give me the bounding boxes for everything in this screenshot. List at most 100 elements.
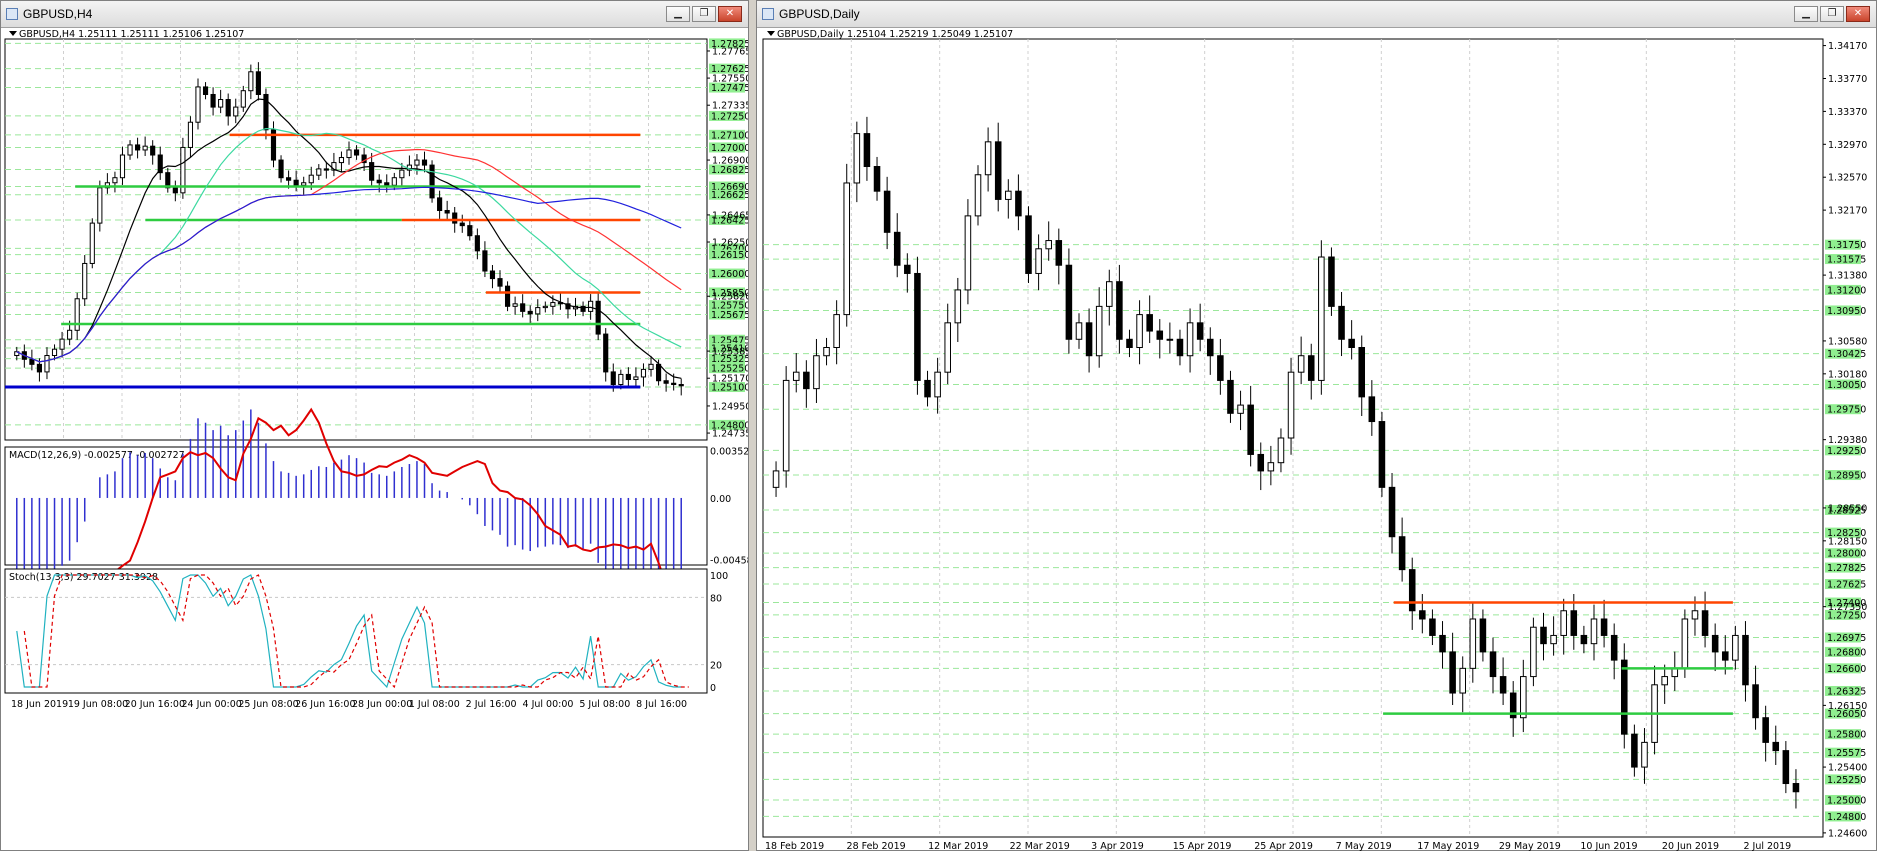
candle-body [429,164,435,199]
candle-body [67,329,73,340]
candle-body [112,177,118,184]
candle-body [853,133,861,184]
level-label: 1.27250 [711,111,748,122]
daily-chart-canvas[interactable]: 1.31750 1.31575 1.31200 1.30950 1.30425 1.300… [757,27,1876,851]
candle-body [1095,305,1103,357]
candle-body [1530,626,1537,678]
candle-body [648,363,654,370]
candle-body [248,71,254,92]
candle-body [1156,330,1164,340]
h4-chart-window[interactable]: GBPUSD,H4 ▁ ❐ ✕ 1.27825 1.27625 1.27475 1.2… [0,0,749,851]
level-label: 1.29750 [1827,405,1866,416]
candle-body [150,145,156,156]
time-axis-label: 18 Feb 2019 [765,841,824,851]
level-label: 1.26625 [711,190,748,201]
candle-body [1227,379,1234,414]
candle-body [346,149,352,159]
candle-body [610,371,616,386]
time-axis-label: 15 Apr 2019 [1173,841,1232,851]
candle-body [535,307,541,315]
price-tick-label: 1.32570 [1828,173,1867,184]
candle-body [1297,355,1305,373]
time-axis-label: 28 Jun 00:00 [352,699,412,710]
stoch-tick-label: 20 [710,661,722,672]
candle-body [1499,676,1507,694]
candle-body [1146,314,1153,332]
candle-body [603,333,609,373]
candle-body [1005,190,1012,200]
window-title: GBPUSD,Daily [779,7,860,21]
candle-body [984,141,992,176]
candle-body [1126,338,1133,349]
candle-body [316,168,322,176]
candle-body [640,368,647,378]
candle-body [421,159,428,166]
level-label: 1.26975 [1827,633,1866,644]
level-label: 1.30050 [1827,380,1866,391]
candle-body [59,338,65,350]
window-titlebar[interactable]: GBPUSD,Daily ▁ ❐ ✕ [757,1,1876,28]
level-label: 1.25250 [1827,775,1866,786]
candle-body [376,179,382,184]
candle-body [663,380,669,384]
candle-body [1257,453,1265,472]
candle-body [1691,610,1699,620]
dropdown-arrow-icon [767,31,775,36]
candle-body [1186,322,1194,357]
candle-body [29,358,35,365]
level-label: 1.28000 [1827,549,1866,560]
candle-body [1217,355,1224,381]
candle-body [1237,404,1244,414]
minimize-button[interactable]: ▁ [1794,6,1818,22]
minimize-button[interactable]: ▁ [666,6,690,22]
h4-chart-canvas[interactable]: 1.278251.276251.274751.272501.271001.270… [1,27,748,851]
level-label: 1.26150 [711,250,748,261]
price-tick-label: 1.33370 [1828,107,1867,118]
candle-body [1752,684,1759,719]
maximize-button[interactable]: ❐ [1820,6,1844,22]
level-label: 1.31200 [1827,285,1866,296]
candle-body [482,250,488,272]
candle-body [89,222,95,264]
candle-body [1206,338,1214,357]
macd-label: MACD(12,26,9) -0.002577 -0.002727 [9,450,185,461]
candle-body [1065,264,1073,340]
price-tick-label: 1.33770 [1828,74,1867,85]
price-tick-label: 1.30580 [1828,336,1867,347]
candle-body [782,379,790,472]
daily-chart-window[interactable]: GBPUSD,Daily ▁ ❐ ✕ 1.31750 1.31575 1.31200… [756,0,1877,851]
candle-body [823,347,830,357]
level-label: 1.27825 [1827,563,1866,574]
candle-body [437,197,443,211]
close-button[interactable]: ✕ [1846,6,1870,22]
candle-body [1621,659,1628,735]
window-titlebar[interactable]: GBPUSD,H4 ▁ ❐ ✕ [1,1,748,28]
time-axis-label: 29 May 2019 [1499,841,1561,851]
dropdown-arrow-icon [9,31,17,36]
candle-body [1489,651,1497,678]
level-label: 1.26600 [1827,664,1866,675]
candle-body [1610,634,1618,661]
time-axis-label: 20 Jun 2019 [1662,841,1719,851]
candle-body [240,90,246,108]
level-label: 1.25575 [1827,748,1866,759]
stoch-tick-label: 80 [710,593,722,604]
candle-body [51,348,58,357]
maximize-button[interactable]: ❐ [692,6,716,22]
close-button[interactable]: ✕ [718,6,742,22]
candle-body [813,355,820,390]
candle-body [1641,741,1648,768]
price-tick-label: 1.26900 [712,156,748,167]
candle-body [286,177,292,181]
candle-body [338,157,345,164]
candle-body [172,187,178,194]
price-tick-label: 1.27350 [1828,602,1867,613]
level-label: 1.26800 [1827,647,1866,658]
price-tick-label: 1.27550 [712,74,748,85]
candle-body [1116,281,1123,340]
time-axis-label: 4 Jul 00:00 [523,699,574,710]
candle-body [914,272,921,381]
candle-body [255,71,261,95]
candle-body [1136,314,1143,349]
candle-body [1701,610,1709,636]
